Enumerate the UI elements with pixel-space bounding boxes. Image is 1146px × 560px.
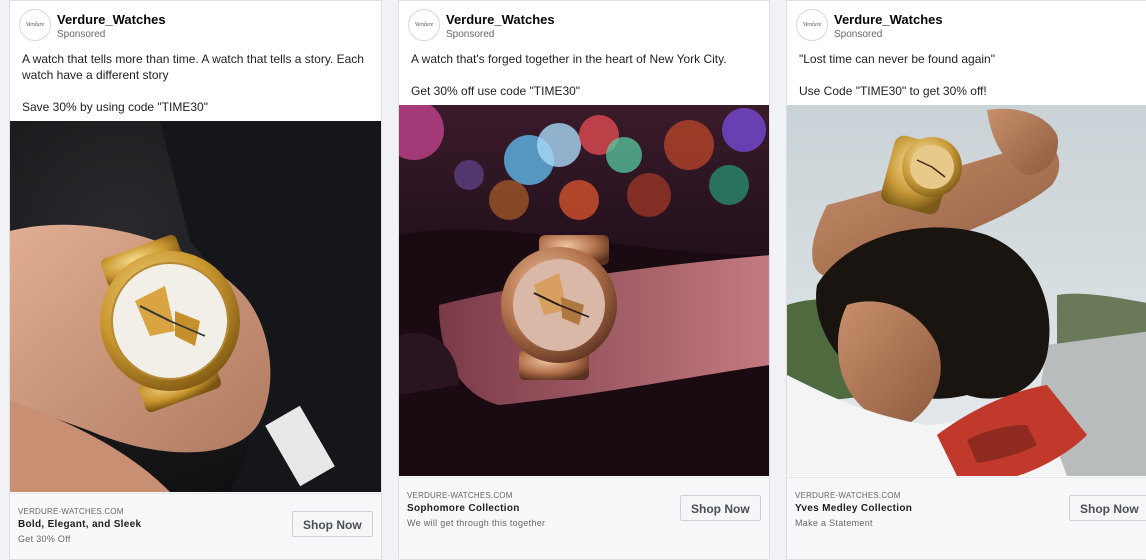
ad-header: Verdure Verdure_Watches Sponsored xyxy=(10,1,381,45)
link-headline: Yves Medley Collection xyxy=(795,503,913,514)
ad-primary-text: A watch that's forged together in the he… xyxy=(411,52,727,98)
page-name[interactable]: Verdure_Watches xyxy=(57,12,166,27)
ad-header: Verdure Verdure_Watches Sponsored xyxy=(787,1,1146,45)
link-description: We will get through this together xyxy=(407,518,546,528)
link-domain: VERDURE-WATCHES.COM xyxy=(18,507,124,516)
shop-now-button[interactable]: Shop Now xyxy=(680,495,761,521)
ad-card-2: Verdure Verdure_Watches Sponsored A watc… xyxy=(398,0,770,560)
link-description: Get 30% Off xyxy=(18,534,71,544)
ad-image[interactable] xyxy=(10,121,381,492)
ad-card-3: Verdure Verdure_Watches Sponsored "Lost … xyxy=(786,0,1146,560)
ad-link-footer[interactable]: VERDURE-WATCHES.COM Yves Medley Collecti… xyxy=(787,477,1146,559)
avatar-logo-text: Verdure xyxy=(802,22,822,28)
page-name[interactable]: Verdure_Watches xyxy=(446,12,555,27)
ad-card-1: Verdure Verdure_Watches Sponsored A watc… xyxy=(9,0,382,560)
ad-image[interactable] xyxy=(787,105,1146,476)
ad-image[interactable] xyxy=(399,105,769,476)
ad-link-footer[interactable]: VERDURE-WATCHES.COM Bold, Elegant, and S… xyxy=(10,493,381,559)
ad-primary-text: "Lost time can never be found again" Use… xyxy=(799,52,995,98)
avatar-logo-text: Verdure xyxy=(414,22,434,28)
watch-on-wrist-photo xyxy=(10,121,381,492)
link-headline: Bold, Elegant, and Sleek xyxy=(18,519,142,530)
shop-now-button[interactable]: Shop Now xyxy=(1069,495,1146,521)
page-avatar[interactable]: Verdure xyxy=(408,9,440,41)
sponsored-label[interactable]: Sponsored xyxy=(446,29,494,40)
woman-with-watch-photo xyxy=(787,105,1146,476)
watch-bokeh-photo xyxy=(399,105,769,476)
page-name[interactable]: Verdure_Watches xyxy=(834,12,943,27)
ad-link-footer[interactable]: VERDURE-WATCHES.COM Sophomore Collection… xyxy=(399,477,769,559)
link-domain: VERDURE-WATCHES.COM xyxy=(407,491,513,500)
link-domain: VERDURE-WATCHES.COM xyxy=(795,491,901,500)
page-avatar[interactable]: Verdure xyxy=(19,9,51,41)
link-headline: Sophomore Collection xyxy=(407,503,520,514)
avatar-logo-text: Verdure xyxy=(25,22,45,28)
page-avatar[interactable]: Verdure xyxy=(796,9,828,41)
ad-header: Verdure Verdure_Watches Sponsored xyxy=(399,1,769,45)
sponsored-label[interactable]: Sponsored xyxy=(834,29,882,40)
sponsored-label[interactable]: Sponsored xyxy=(57,29,105,40)
shop-now-button[interactable]: Shop Now xyxy=(292,511,373,537)
link-description: Make a Statement xyxy=(795,518,873,528)
ad-primary-text: A watch that tells more than time. A wat… xyxy=(22,52,364,114)
